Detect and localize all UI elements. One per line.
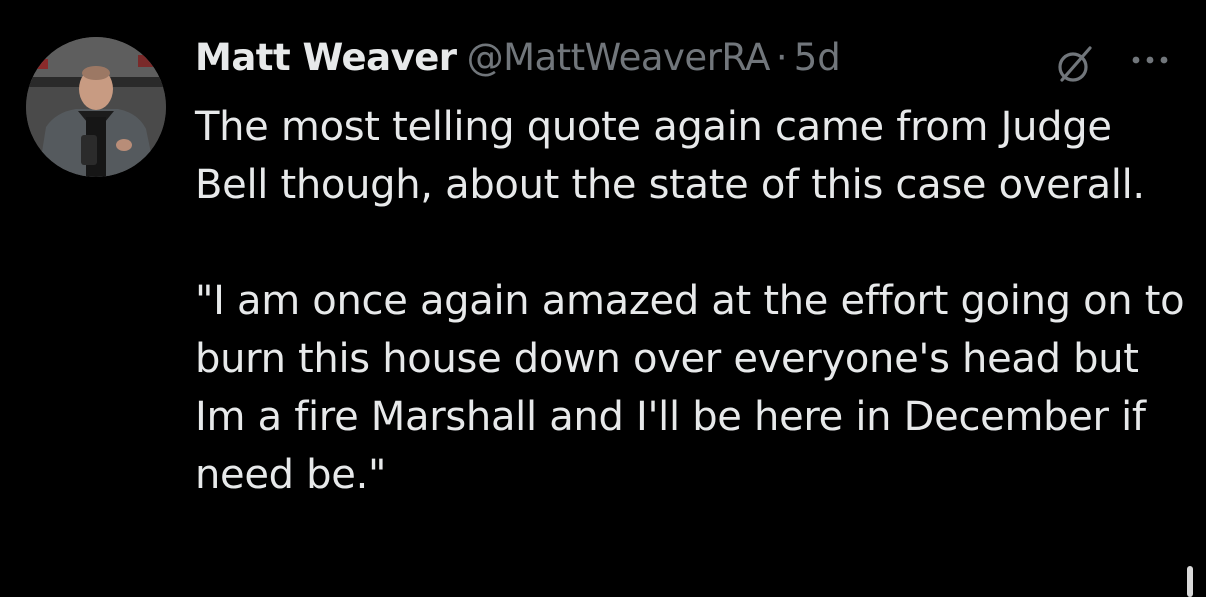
avatar[interactable]: [26, 37, 166, 177]
grok-icon[interactable]: [1052, 42, 1098, 88]
scrollbar-thumb[interactable]: [1187, 566, 1193, 597]
more-options-icon[interactable]: [1128, 48, 1176, 72]
separator-dot: ·: [775, 36, 788, 79]
tweet-text: The most telling quote again came from J…: [195, 98, 1185, 504]
avatar-image: [26, 37, 166, 177]
author-handle[interactable]: @MattWeaverRA: [467, 36, 771, 79]
tweet-paragraph-1: The most telling quote again came from J…: [195, 104, 1145, 208]
tweet-paragraph-2: "I am once again amazed at the effort go…: [195, 278, 1185, 498]
timestamp[interactable]: 5d: [794, 36, 841, 79]
tweet-header: Matt Weaver @MattWeaverRA · 5d: [195, 36, 841, 86]
author-name[interactable]: Matt Weaver: [195, 36, 457, 79]
